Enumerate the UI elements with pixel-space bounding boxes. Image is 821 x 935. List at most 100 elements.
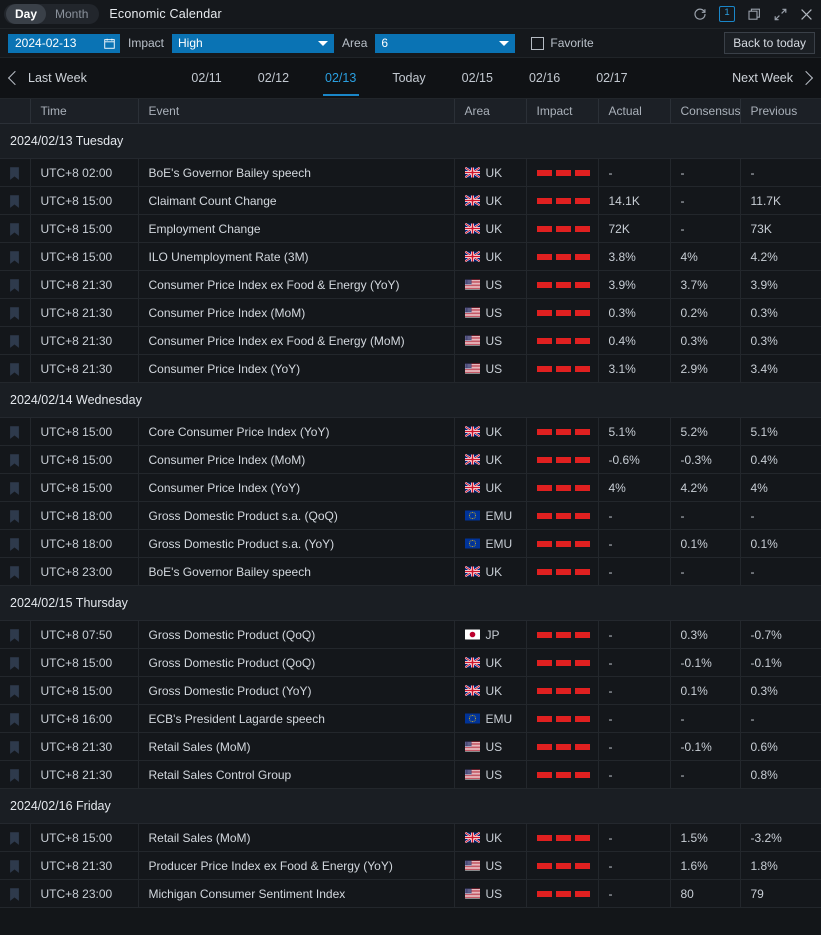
bookmark-icon[interactable] xyxy=(10,655,19,669)
bookmark-cell[interactable] xyxy=(0,355,30,383)
week-day-tab-2[interactable]: 02/13 xyxy=(307,58,374,98)
bookmark-cell[interactable] xyxy=(0,446,30,474)
cell-event[interactable]: Gross Domestic Product s.a. (QoQ) xyxy=(138,502,454,530)
table-row[interactable]: UTC+8 15:00Core Consumer Price Index (Yo… xyxy=(0,418,821,446)
table-row[interactable]: UTC+8 15:00ILO Unemployment Rate (3M)UK3… xyxy=(0,243,821,271)
view-mode-month[interactable]: Month xyxy=(46,4,97,24)
table-row[interactable]: UTC+8 15:00Retail Sales (MoM)UK-1.5%-3.2… xyxy=(0,824,821,852)
cell-event[interactable]: Michigan Consumer Sentiment Index xyxy=(138,880,454,908)
bookmark-cell[interactable] xyxy=(0,299,30,327)
cell-event[interactable]: ECB's President Lagarde speech xyxy=(138,705,454,733)
table-row[interactable]: UTC+8 15:00Consumer Price Index (YoY)UK4… xyxy=(0,474,821,502)
bookmark-icon[interactable] xyxy=(10,452,19,466)
area-filter-select[interactable]: 6 xyxy=(375,34,515,53)
bookmark-icon[interactable] xyxy=(10,886,19,900)
bookmark-cell[interactable] xyxy=(0,418,30,446)
expand-icon[interactable] xyxy=(773,7,787,21)
week-day-tab-0[interactable]: 02/11 xyxy=(173,58,239,98)
bookmark-cell[interactable] xyxy=(0,761,30,789)
bookmark-cell[interactable] xyxy=(0,649,30,677)
bookmark-icon[interactable] xyxy=(10,627,19,641)
bookmark-cell[interactable] xyxy=(0,621,30,649)
cell-event[interactable]: Employment Change xyxy=(138,215,454,243)
bookmark-icon[interactable] xyxy=(10,683,19,697)
cell-event[interactable]: Retail Sales Control Group xyxy=(138,761,454,789)
bookmark-cell[interactable] xyxy=(0,243,30,271)
view-mode-day[interactable]: Day xyxy=(6,4,46,24)
bookmark-cell[interactable] xyxy=(0,530,30,558)
week-day-tab-5[interactable]: 02/16 xyxy=(511,58,578,98)
calendar-table-container[interactable]: Time Event Area Impact Actual Consensus … xyxy=(0,99,821,935)
bookmark-cell[interactable] xyxy=(0,327,30,355)
table-row[interactable]: UTC+8 21:30Consumer Price Index (MoM)US0… xyxy=(0,299,821,327)
bookmark-icon[interactable] xyxy=(10,424,19,438)
bookmark-icon[interactable] xyxy=(10,480,19,494)
table-row[interactable]: UTC+8 15:00Gross Domestic Product (YoY)U… xyxy=(0,677,821,705)
bookmark-cell[interactable] xyxy=(0,880,30,908)
cell-event[interactable]: Gross Domestic Product (YoY) xyxy=(138,677,454,705)
cell-event[interactable]: Claimant Count Change xyxy=(138,187,454,215)
impact-filter-select[interactable]: High xyxy=(172,34,334,53)
cell-event[interactable]: ILO Unemployment Rate (3M) xyxy=(138,243,454,271)
bookmark-icon[interactable] xyxy=(10,830,19,844)
cell-event[interactable]: Consumer Price Index (YoY) xyxy=(138,355,454,383)
bookmark-icon[interactable] xyxy=(10,739,19,753)
bookmark-icon[interactable] xyxy=(10,508,19,522)
table-row[interactable]: UTC+8 07:50Gross Domestic Product (QoQ)J… xyxy=(0,621,821,649)
cell-event[interactable]: Producer Price Index ex Food & Energy (Y… xyxy=(138,852,454,880)
cell-event[interactable]: Core Consumer Price Index (YoY) xyxy=(138,418,454,446)
week-day-tab-6[interactable]: 02/17 xyxy=(578,58,645,98)
bookmark-icon[interactable] xyxy=(10,277,19,291)
bookmark-icon[interactable] xyxy=(10,361,19,375)
bookmark-cell[interactable] xyxy=(0,852,30,880)
bookmark-icon[interactable] xyxy=(10,858,19,872)
cell-event[interactable]: BoE's Governor Bailey speech xyxy=(138,558,454,586)
bookmark-cell[interactable] xyxy=(0,187,30,215)
cell-event[interactable]: Gross Domestic Product s.a. (YoY) xyxy=(138,530,454,558)
table-row[interactable]: UTC+8 21:30Consumer Price Index ex Food … xyxy=(0,327,821,355)
bookmark-icon[interactable] xyxy=(10,711,19,725)
cell-event[interactable]: Gross Domestic Product (QoQ) xyxy=(138,621,454,649)
table-row[interactable]: UTC+8 21:30Retail Sales (MoM)US--0.1%0.6… xyxy=(0,733,821,761)
bookmark-cell[interactable] xyxy=(0,271,30,299)
bookmark-icon[interactable] xyxy=(10,193,19,207)
cell-event[interactable]: Consumer Price Index ex Food & Energy (Y… xyxy=(138,271,454,299)
bookmark-cell[interactable] xyxy=(0,474,30,502)
cell-event[interactable]: BoE's Governor Bailey speech xyxy=(138,159,454,187)
table-row[interactable]: UTC+8 16:00ECB's President Lagarde speec… xyxy=(0,705,821,733)
bookmark-cell[interactable] xyxy=(0,159,30,187)
bookmark-cell[interactable] xyxy=(0,558,30,586)
bookmark-icon[interactable] xyxy=(10,165,19,179)
cell-event[interactable]: Retail Sales (MoM) xyxy=(138,733,454,761)
week-day-tab-4[interactable]: 02/15 xyxy=(444,58,511,98)
close-icon[interactable] xyxy=(799,7,813,21)
last-week-button[interactable]: Last Week xyxy=(10,71,87,85)
table-row[interactable]: UTC+8 21:30Producer Price Index ex Food … xyxy=(0,852,821,880)
date-picker[interactable]: 2024-02-13 xyxy=(8,34,120,53)
bookmark-icon[interactable] xyxy=(10,221,19,235)
table-row[interactable]: UTC+8 23:00Michigan Consumer Sentiment I… xyxy=(0,880,821,908)
table-row[interactable]: UTC+8 23:00BoE's Governor Bailey speechU… xyxy=(0,558,821,586)
table-row[interactable]: UTC+8 02:00BoE's Governor Bailey speechU… xyxy=(0,159,821,187)
table-row[interactable]: UTC+8 15:00Gross Domestic Product (QoQ)U… xyxy=(0,649,821,677)
cell-event[interactable]: Consumer Price Index (YoY) xyxy=(138,474,454,502)
favorite-filter[interactable]: Favorite xyxy=(531,36,593,50)
bookmark-cell[interactable] xyxy=(0,705,30,733)
bookmark-icon[interactable] xyxy=(10,249,19,263)
bookmark-icon[interactable] xyxy=(10,333,19,347)
bookmark-icon[interactable] xyxy=(10,767,19,781)
cell-event[interactable]: Gross Domestic Product (QoQ) xyxy=(138,649,454,677)
week-day-tab-1[interactable]: 02/12 xyxy=(240,58,307,98)
workspace-1-badge-icon[interactable]: 1 xyxy=(719,6,735,22)
table-row[interactable]: UTC+8 21:30Consumer Price Index (YoY)US3… xyxy=(0,355,821,383)
week-day-tab-3[interactable]: Today xyxy=(374,58,443,98)
bookmark-cell[interactable] xyxy=(0,677,30,705)
bookmark-icon[interactable] xyxy=(10,536,19,550)
table-row[interactable]: UTC+8 15:00Consumer Price Index (MoM)UK-… xyxy=(0,446,821,474)
table-row[interactable]: UTC+8 18:00Gross Domestic Product s.a. (… xyxy=(0,530,821,558)
bookmark-cell[interactable] xyxy=(0,215,30,243)
table-row[interactable]: UTC+8 18:00Gross Domestic Product s.a. (… xyxy=(0,502,821,530)
cell-event[interactable]: Retail Sales (MoM) xyxy=(138,824,454,852)
restore-window-icon[interactable] xyxy=(747,7,761,21)
table-row[interactable]: UTC+8 15:00Claimant Count ChangeUK14.1K-… xyxy=(0,187,821,215)
